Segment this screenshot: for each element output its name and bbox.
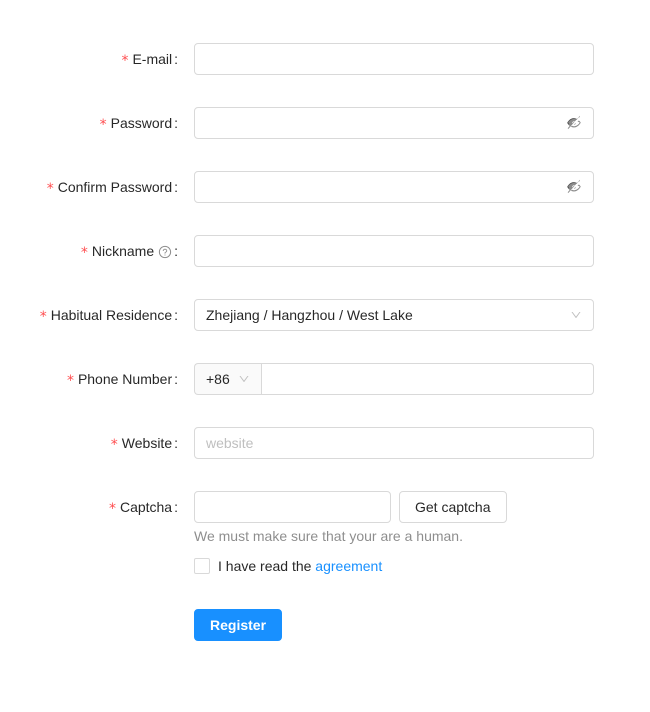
form-row-website: * Website : (0, 427, 650, 491)
phone-number-group: +86 (194, 363, 594, 395)
captcha-line: Get captcha (194, 491, 594, 523)
label-password-text: Password (110, 115, 173, 131)
form-row-email: * E-mail : (0, 43, 650, 107)
label-submit-spacer (0, 609, 186, 641)
captcha-extra-text: We must make sure that your are a human. (194, 528, 463, 544)
form-row-password: * Password : (0, 107, 650, 171)
label-captcha-colon: : (174, 499, 178, 515)
label-habitual-residence: * Habitual Residence : (0, 299, 186, 331)
control-agreement: I have read the agreement (186, 555, 650, 577)
label-nickname-colon: : (174, 243, 178, 259)
habitual-residence-value: Zhejiang / Hangzhou / West Lake (206, 307, 413, 323)
required-asterisk-icon: * (108, 501, 116, 517)
required-asterisk-icon: * (99, 117, 107, 133)
label-nickname: * Nickname : (0, 235, 186, 267)
required-asterisk-icon: * (39, 309, 47, 325)
chevron-down-icon[interactable] (570, 309, 582, 321)
captcha-input[interactable] (194, 491, 391, 523)
register-button[interactable]: Register (194, 609, 283, 641)
label-password: * Password : (0, 107, 186, 139)
form-row-confirm-password: * Confirm Password : (0, 171, 650, 235)
control-email (186, 43, 650, 75)
control-submit: Register (186, 609, 650, 641)
control-phone-number: +86 (186, 363, 650, 395)
required-asterisk-icon: * (46, 181, 54, 197)
label-habitual-residence-colon: : (174, 307, 178, 323)
question-circle-icon[interactable] (158, 245, 172, 259)
eye-invisible-icon[interactable] (566, 179, 582, 195)
phone-prefix-select[interactable]: +86 (194, 363, 261, 395)
control-captcha: Get captcha We must make sure that your … (186, 491, 650, 547)
registration-form: * E-mail : * Password : * Confirm Passwo… (0, 0, 650, 657)
label-email: * E-mail : (0, 43, 186, 75)
eye-invisible-icon[interactable] (566, 115, 582, 131)
nickname-input[interactable] (194, 235, 594, 267)
required-asterisk-icon: * (80, 245, 88, 261)
required-asterisk-icon: * (110, 437, 118, 453)
habitual-residence-cascader[interactable]: Zhejiang / Hangzhou / West Lake (194, 299, 594, 331)
required-asterisk-icon: * (121, 53, 129, 69)
chevron-down-icon[interactable] (238, 373, 250, 385)
phone-number-input[interactable] (260, 363, 594, 395)
label-password-colon: : (174, 115, 178, 131)
label-email-colon: : (174, 51, 178, 67)
confirm-password-input[interactable] (206, 172, 566, 202)
password-field-wrapper[interactable] (194, 107, 594, 139)
website-input[interactable] (194, 427, 594, 459)
form-row-habitual-residence: * Habitual Residence : Zhejiang / Hangzh… (0, 299, 650, 363)
phone-prefix-value: +86 (206, 371, 230, 387)
agreement-checkbox[interactable] (194, 558, 210, 574)
label-nickname-text: Nickname (91, 243, 155, 259)
control-habitual-residence: Zhejiang / Hangzhou / West Lake (186, 299, 650, 331)
label-habitual-residence-text: Habitual Residence (50, 307, 173, 323)
get-captcha-button[interactable]: Get captcha (399, 491, 507, 523)
confirm-password-field-wrapper[interactable] (194, 171, 594, 203)
label-phone-number-text: Phone Number (77, 371, 173, 387)
label-website-text: Website (121, 435, 173, 451)
agreement-link[interactable]: agreement (315, 558, 382, 574)
label-confirm-password-colon: : (174, 179, 178, 195)
password-input[interactable] (206, 108, 566, 138)
form-row-agreement: I have read the agreement (0, 555, 650, 609)
label-captcha: * Captcha : (0, 491, 186, 523)
required-asterisk-icon: * (66, 373, 74, 389)
agreement-text-before: I have read the (218, 558, 312, 574)
control-confirm-password (186, 171, 650, 203)
agreement-text: I have read the agreement (218, 555, 382, 577)
control-password (186, 107, 650, 139)
label-phone-number-colon: : (174, 371, 178, 387)
label-captcha-text: Captcha (119, 499, 173, 515)
label-website-colon: : (174, 435, 178, 451)
form-row-captcha: * Captcha : Get captcha We must make sur… (0, 491, 650, 555)
label-phone-number: * Phone Number : (0, 363, 186, 395)
form-row-submit: Register (0, 609, 650, 657)
control-website (186, 427, 650, 459)
form-row-nickname: * Nickname : (0, 235, 650, 299)
label-website: * Website : (0, 427, 186, 459)
form-row-phone-number: * Phone Number : +86 (0, 363, 650, 427)
label-confirm-password-text: Confirm Password (57, 179, 173, 195)
label-confirm-password: * Confirm Password : (0, 171, 186, 203)
email-input[interactable] (194, 43, 594, 75)
agreement-line[interactable]: I have read the agreement (194, 555, 382, 577)
label-agreement-spacer (0, 555, 186, 587)
label-email-text: E-mail (132, 51, 173, 67)
control-nickname (186, 235, 650, 267)
